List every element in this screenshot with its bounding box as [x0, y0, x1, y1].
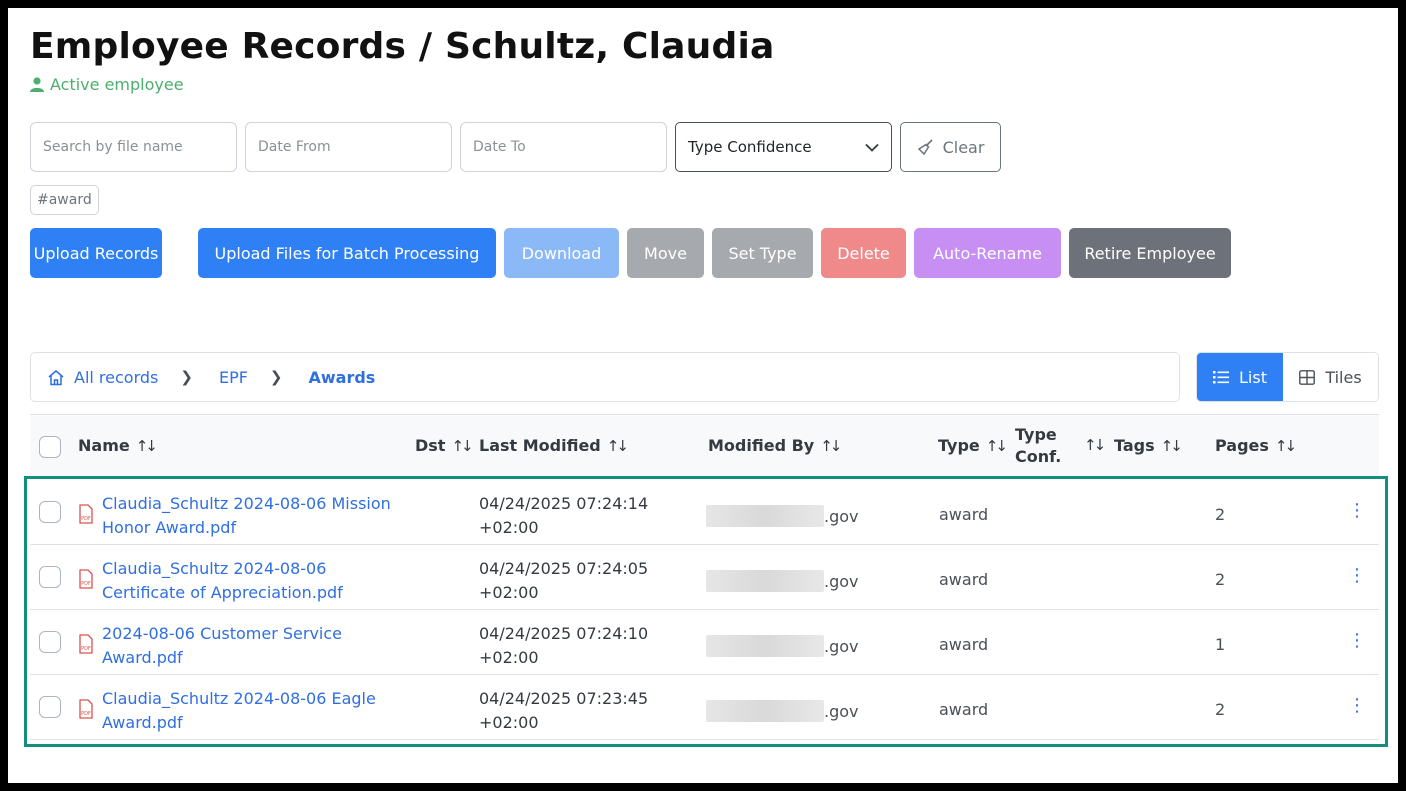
- page-title: Employee Records / Schultz, Claudia: [30, 26, 775, 67]
- breadcrumb-epf[interactable]: EPF: [219, 368, 248, 387]
- breadcrumb: All records ❯ EPF ❯ Awards: [30, 352, 1180, 402]
- type-confidence-select[interactable]: Type Confidence: [675, 122, 892, 172]
- table-header: Name ↑↓ Dst ↑↓ Last Modified ↑↓ Modified By…: [30, 414, 1379, 478]
- tiles-view-label: Tiles: [1325, 367, 1362, 387]
- grid-icon: [1299, 369, 1316, 385]
- tiles-view-button[interactable]: Tiles: [1283, 353, 1378, 401]
- list-icon: [1213, 370, 1230, 383]
- auto-rename-button[interactable]: Auto-Rename: [914, 228, 1061, 278]
- search-input[interactable]: [30, 122, 237, 172]
- home-icon: [48, 369, 64, 385]
- column-type-conf[interactable]: Type Conf.: [1015, 424, 1065, 468]
- date-to-input[interactable]: [460, 122, 667, 172]
- sort-icon: ↑↓: [820, 436, 842, 455]
- clear-label: Clear: [942, 137, 985, 157]
- breadcrumb-all-records[interactable]: All records: [74, 368, 158, 387]
- chevron-right-icon: ❯: [269, 368, 283, 386]
- upload-batch-button[interactable]: Upload Files for Batch Processing: [198, 228, 496, 278]
- sort-icon: ↑↓: [985, 436, 1008, 455]
- list-view-label: List: [1239, 367, 1267, 387]
- person-icon: [30, 77, 44, 92]
- column-name[interactable]: Name ↑↓: [78, 436, 158, 455]
- column-dst[interactable]: Dst ↑↓: [415, 436, 474, 455]
- upload-records-button[interactable]: Upload Records: [30, 228, 162, 278]
- app-frame: Employee Records / Schultz, Claudia Acti…: [8, 8, 1398, 783]
- chevron-down-icon: [865, 143, 879, 152]
- breadcrumb-awards: Awards: [308, 367, 376, 387]
- sort-icon: ↑↓: [1160, 436, 1183, 455]
- tag-chip[interactable]: #award: [30, 185, 99, 215]
- employee-status: Active employee: [30, 75, 184, 94]
- column-modified-by[interactable]: Modified By ↑↓: [708, 436, 842, 455]
- column-pages[interactable]: Pages ↑↓: [1215, 436, 1297, 455]
- selection-highlight: [24, 476, 1388, 747]
- sort-icon: ↑↓: [135, 436, 158, 455]
- type-confidence-value: Type Confidence: [688, 138, 812, 156]
- sort-icon: ↑↓: [451, 436, 473, 455]
- retire-employee-button[interactable]: Retire Employee: [1069, 228, 1231, 278]
- column-last-modified[interactable]: Last Modified ↑↓: [479, 436, 629, 455]
- delete-button[interactable]: Delete: [821, 228, 906, 278]
- list-view-button[interactable]: List: [1197, 353, 1283, 401]
- set-type-button[interactable]: Set Type: [712, 228, 813, 278]
- date-from-input[interactable]: [245, 122, 452, 172]
- sort-icon: ↑↓: [1274, 436, 1297, 455]
- clear-button[interactable]: Clear: [900, 122, 1001, 172]
- status-label: Active employee: [50, 75, 184, 94]
- sort-icon: ↑↓: [606, 436, 629, 455]
- select-all-checkbox[interactable]: [39, 436, 61, 458]
- sort-icon: ↑↓: [1084, 436, 1106, 454]
- column-tags[interactable]: Tags ↑↓: [1114, 436, 1183, 455]
- column-type[interactable]: Type ↑↓: [938, 436, 1008, 455]
- chevron-right-icon: ❯: [180, 368, 193, 386]
- broom-icon: [917, 139, 933, 156]
- column-type-conf-sort[interactable]: ↑↓: [1084, 436, 1106, 454]
- download-button[interactable]: Download: [504, 228, 619, 278]
- move-button[interactable]: Move: [627, 228, 704, 278]
- view-toggle: List Tiles: [1196, 352, 1379, 402]
